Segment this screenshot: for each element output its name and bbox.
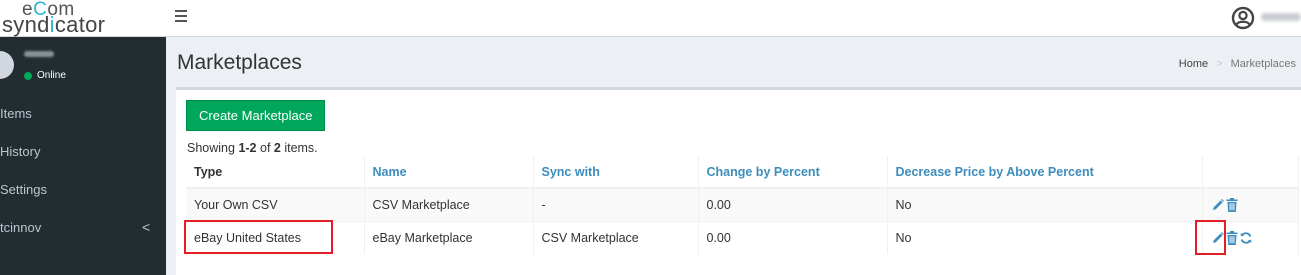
trash-icon[interactable] xyxy=(1226,230,1238,245)
breadcrumb-home[interactable]: Home xyxy=(1179,58,1208,70)
marketplaces-table: Type Name Sync with Change by Percent De… xyxy=(186,156,1299,254)
marketplaces-box: Create Marketplace Showing 1-2 of 2 item… xyxy=(176,87,1301,275)
avatar xyxy=(0,51,14,79)
sidebar-user-panel: Online xyxy=(0,37,166,92)
online-status: Online xyxy=(24,70,66,81)
table-row: eBay United States eBay Marketplace CSV … xyxy=(186,221,1299,254)
pencil-icon[interactable] xyxy=(1211,198,1225,212)
status-label: Online xyxy=(37,70,66,81)
breadcrumb-separator: > xyxy=(1216,58,1223,70)
breadcrumb-current: Marketplaces xyxy=(1230,58,1296,70)
create-marketplace-button[interactable]: Create Marketplace xyxy=(186,100,326,131)
cell-change-percent: 0.00 xyxy=(698,188,888,221)
sidebar-item-account[interactable]: tcinnov < xyxy=(0,209,166,247)
cell-sync-with: - xyxy=(533,188,699,221)
cell-type: Your Own CSV xyxy=(186,188,365,221)
refresh-icon[interactable] xyxy=(1239,231,1253,245)
page-title: Marketplaces xyxy=(177,51,302,74)
app-logo[interactable]: eCom syndicator xyxy=(0,0,166,37)
cell-actions xyxy=(1202,188,1299,221)
cell-decrease-price: No xyxy=(887,221,1203,254)
cell-change-percent: 0.00 xyxy=(698,221,888,254)
cell-actions xyxy=(1202,221,1299,254)
sort-by-sync-with-link[interactable]: Sync with xyxy=(542,165,600,179)
hamburger-icon[interactable] xyxy=(175,10,187,22)
sidebar-item-history[interactable]: History xyxy=(0,133,166,171)
sidebar-item-label: Settings xyxy=(0,182,47,197)
chevron-left-icon[interactable]: < xyxy=(142,219,150,235)
logo-text-line2: syndicator xyxy=(2,12,106,37)
table-row: Your Own CSV CSV Marketplace - 0.00 No xyxy=(186,188,1299,221)
user-menu[interactable] xyxy=(1231,0,1301,36)
cell-sync-with: CSV Marketplace xyxy=(533,221,699,254)
cell-name: CSV Marketplace xyxy=(364,188,534,221)
sidebar-item-items[interactable]: Items xyxy=(0,95,166,133)
sort-by-decrease-price-link[interactable]: Decrease Price by Above Percent xyxy=(896,165,1094,179)
sort-by-name-link[interactable]: Name xyxy=(373,165,407,179)
cell-name: eBay Marketplace xyxy=(364,221,534,254)
pencil-icon[interactable] xyxy=(1211,231,1225,245)
user-circle-icon xyxy=(1231,6,1255,30)
sidebar-item-label: History xyxy=(0,144,41,159)
sidebar-item-settings[interactable]: Settings xyxy=(0,171,166,209)
top-navbar xyxy=(166,0,1301,37)
cell-type: eBay United States xyxy=(186,221,365,254)
table-summary: Showing 1-2 of 2 items. xyxy=(187,141,318,155)
table-header-row: Type Name Sync with Change by Percent De… xyxy=(186,156,1299,189)
sidebar-item-label: Items xyxy=(0,106,32,121)
user-name-redacted xyxy=(1261,13,1301,21)
sidebar-item-label: tcinnov xyxy=(0,220,42,235)
breadcrumb: Home > Marketplaces xyxy=(1179,58,1296,70)
status-dot-icon xyxy=(24,71,32,80)
column-header-actions xyxy=(1202,156,1299,189)
trash-icon[interactable] xyxy=(1226,197,1238,212)
sidebar: Online Items History Settings tcinnov < xyxy=(0,37,166,275)
column-header-type: Type xyxy=(186,156,365,189)
sidebar-username-redacted xyxy=(24,51,54,57)
cell-decrease-price: No xyxy=(887,188,1203,221)
sort-by-change-percent-link[interactable]: Change by Percent xyxy=(707,165,820,179)
